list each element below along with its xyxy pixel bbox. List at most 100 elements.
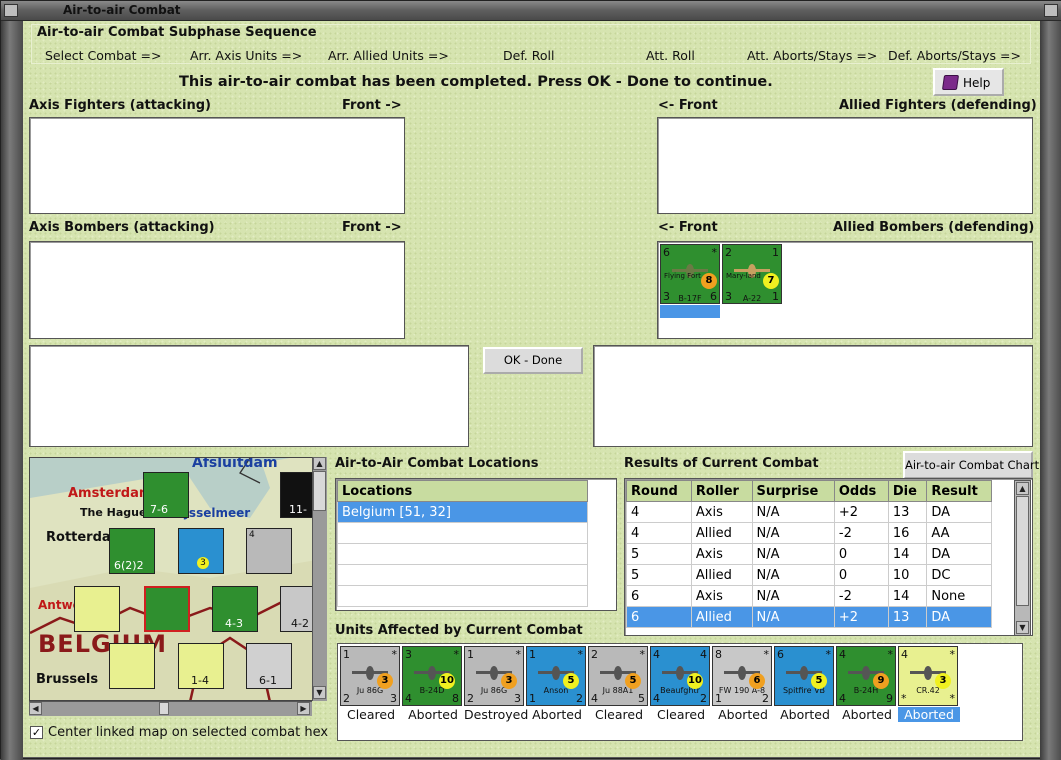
result-cell: 14 <box>887 585 928 607</box>
col-round[interactable]: Round <box>626 480 692 502</box>
map-counter[interactable]: 3 <box>178 528 224 574</box>
result-cell: DA <box>926 606 992 628</box>
affected-unit-counter[interactable]: 4 * 4 9 B-24H 9 <box>836 646 896 706</box>
scroll-up-icon[interactable]: ▲ <box>1016 482 1029 495</box>
scroll-thumb[interactable] <box>1016 496 1029 606</box>
result-cell: Allied <box>690 522 753 544</box>
counter-top-left: 3 <box>405 648 412 661</box>
affected-unit-counter[interactable]: 1 * 2 3 Ju 86G 3 <box>340 646 400 706</box>
close-icon[interactable] <box>1044 4 1058 17</box>
system-menu-icon[interactable] <box>4 4 18 17</box>
location-row[interactable] <box>337 585 588 607</box>
counter-top-right: 4 <box>700 648 707 661</box>
linked-map[interactable]: Afsluitdam Amsterdam The Hague IJsselmee… <box>29 457 327 701</box>
axis-results-box <box>29 345 469 447</box>
allied-fighters-box[interactable] <box>657 117 1033 214</box>
map-counter[interactable]: 6-1 <box>246 643 292 689</box>
location-row[interactable] <box>337 522 588 544</box>
affected-unit-counter[interactable]: 1 * 2 3 Ju 86G 3 <box>464 646 524 706</box>
counter-bottom-right: 6 <box>710 290 717 303</box>
result-row[interactable]: 5 Allied N/A 0 10 DC <box>626 564 992 586</box>
col-die[interactable]: Die <box>887 480 928 502</box>
affected-unit-status: Aborted <box>718 707 768 722</box>
center-map-checkbox[interactable]: ✓ <box>30 726 43 739</box>
affected-unit-status: Cleared <box>346 707 396 722</box>
map-air-counter[interactable] <box>74 586 120 632</box>
help-button-label: Help <box>963 76 991 90</box>
scroll-thumb[interactable] <box>159 702 169 715</box>
affected-unit-counter[interactable]: 6 * Spitfire VB 5 <box>774 646 834 706</box>
results-table: Round Roller Surprise Odds Die Result 4A… <box>626 480 992 628</box>
location-row[interactable] <box>337 543 588 565</box>
allied-bomber-counter[interactable]: 6 * Flying Fort 8 B-17F 3 6 <box>660 244 720 304</box>
affected-unit-counter[interactable]: 8 * 1 2 FW 190 A-8 6 <box>712 646 772 706</box>
result-cell: Allied <box>690 606 753 628</box>
axis-bombers-front-label: Front -> <box>342 220 402 235</box>
allied-bombers-box[interactable]: 6 * Flying Fort 8 B-17F 3 6 2 1 Mary-lan… <box>657 241 1033 339</box>
map-counter[interactable]: 6(2)2 <box>109 528 155 574</box>
result-row[interactable]: 4 Axis N/A +2 13 DA <box>626 501 992 523</box>
axis-fighters-box[interactable] <box>29 117 405 214</box>
right-frame <box>1040 21 1061 760</box>
counter-name: CR.42 <box>916 686 940 695</box>
result-cell: N/A <box>751 585 835 607</box>
result-cell: N/A <box>751 501 835 523</box>
ok-done-button[interactable]: OK - Done <box>483 347 583 374</box>
map-vertical-scrollbar[interactable]: ▲ ▼ <box>312 457 327 701</box>
result-cell: 6 <box>626 606 692 628</box>
col-roller[interactable]: Roller <box>690 480 753 502</box>
result-cell: +2 <box>833 606 889 628</box>
counter-name: Ju 86G <box>356 686 384 695</box>
col-odds[interactable]: Odds <box>833 480 889 502</box>
affected-unit-status: Cleared <box>594 707 644 722</box>
location-row[interactable] <box>337 564 588 586</box>
affected-unit-counter[interactable]: 2 * 4 5 Ju 88A1 5 <box>588 646 648 706</box>
result-row[interactable]: 4 Allied N/A -2 16 AA <box>626 522 992 544</box>
scroll-up-icon[interactable]: ▲ <box>313 457 326 470</box>
counter-top-left: 1 <box>343 648 350 661</box>
title-bar[interactable]: Air-to-air Combat <box>1 1 1061 21</box>
map-horizontal-scrollbar[interactable]: ◀ ▶ <box>29 701 312 716</box>
main-window: Air-to-air Combat Air-to-air Combat Subp… <box>0 0 1061 760</box>
map-label-brussels: Brussels <box>36 672 99 687</box>
combat-chart-button[interactable]: Air-to-air Combat Chart <box>903 451 1039 479</box>
col-result[interactable]: Result <box>926 480 992 502</box>
results-scrollbar[interactable]: ▲ ▼ <box>1014 480 1031 636</box>
counter-bottom-right: 1 <box>772 290 779 303</box>
scroll-down-icon[interactable]: ▼ <box>313 686 326 699</box>
scroll-down-icon[interactable]: ▼ <box>1016 621 1029 634</box>
col-surprise[interactable]: Surprise <box>751 480 835 502</box>
map-counter[interactable]: 1-4 <box>178 643 224 689</box>
allied-bombers-front-label: <- Front <box>658 220 718 235</box>
axis-fighters-front-label: Front -> <box>342 98 402 113</box>
help-book-icon <box>941 75 960 90</box>
affected-unit-counter[interactable]: 4 4 4 2 Beaufghtr 10 <box>650 646 710 706</box>
result-row[interactable]: 6 Axis N/A -2 14 None <box>626 585 992 607</box>
map-air-counter[interactable] <box>109 643 155 689</box>
result-row[interactable]: 5 Axis N/A 0 14 DA <box>626 543 992 565</box>
locations-header[interactable]: Locations <box>337 480 588 502</box>
map-label-afsluitdam: Afsluitdam <box>192 457 278 471</box>
scroll-thumb[interactable] <box>313 471 326 511</box>
map-counter[interactable]: 4-3 <box>212 586 258 632</box>
affected-unit-counter[interactable]: 4 * * * CR.42 3 <box>898 646 958 706</box>
map-selected-hex-counter[interactable] <box>144 586 190 632</box>
result-row[interactable]: 6 Allied N/A +2 13 DA <box>626 606 992 628</box>
map-counter[interactable]: 7-6 <box>143 472 189 518</box>
scroll-right-icon[interactable]: ▶ <box>297 702 310 715</box>
location-row[interactable]: Belgium [51, 32] <box>337 501 588 523</box>
result-cell: 16 <box>887 522 928 544</box>
axis-bombers-box[interactable] <box>29 241 405 339</box>
affected-unit-counter[interactable]: 3 * 4 8 B-24D 10 <box>402 646 462 706</box>
allied-bomber-counter[interactable]: 2 1 Mary-land 7 A-22 3 1 <box>722 244 782 304</box>
result-cell: DA <box>926 501 992 523</box>
scroll-left-icon[interactable]: ◀ <box>29 702 42 715</box>
axis-bombers-label: Axis Bombers (attacking) <box>29 220 215 235</box>
map-counter-value: 4-3 <box>225 617 243 630</box>
map-counter[interactable]: 4 <box>246 528 292 574</box>
help-button[interactable]: Help <box>933 68 1004 96</box>
location-cell <box>337 564 588 586</box>
window-title: Air-to-air Combat <box>63 3 181 17</box>
affected-unit-counter[interactable]: 1 * 1 2 Anson 5 <box>526 646 586 706</box>
counter-top-right: * <box>825 648 832 661</box>
